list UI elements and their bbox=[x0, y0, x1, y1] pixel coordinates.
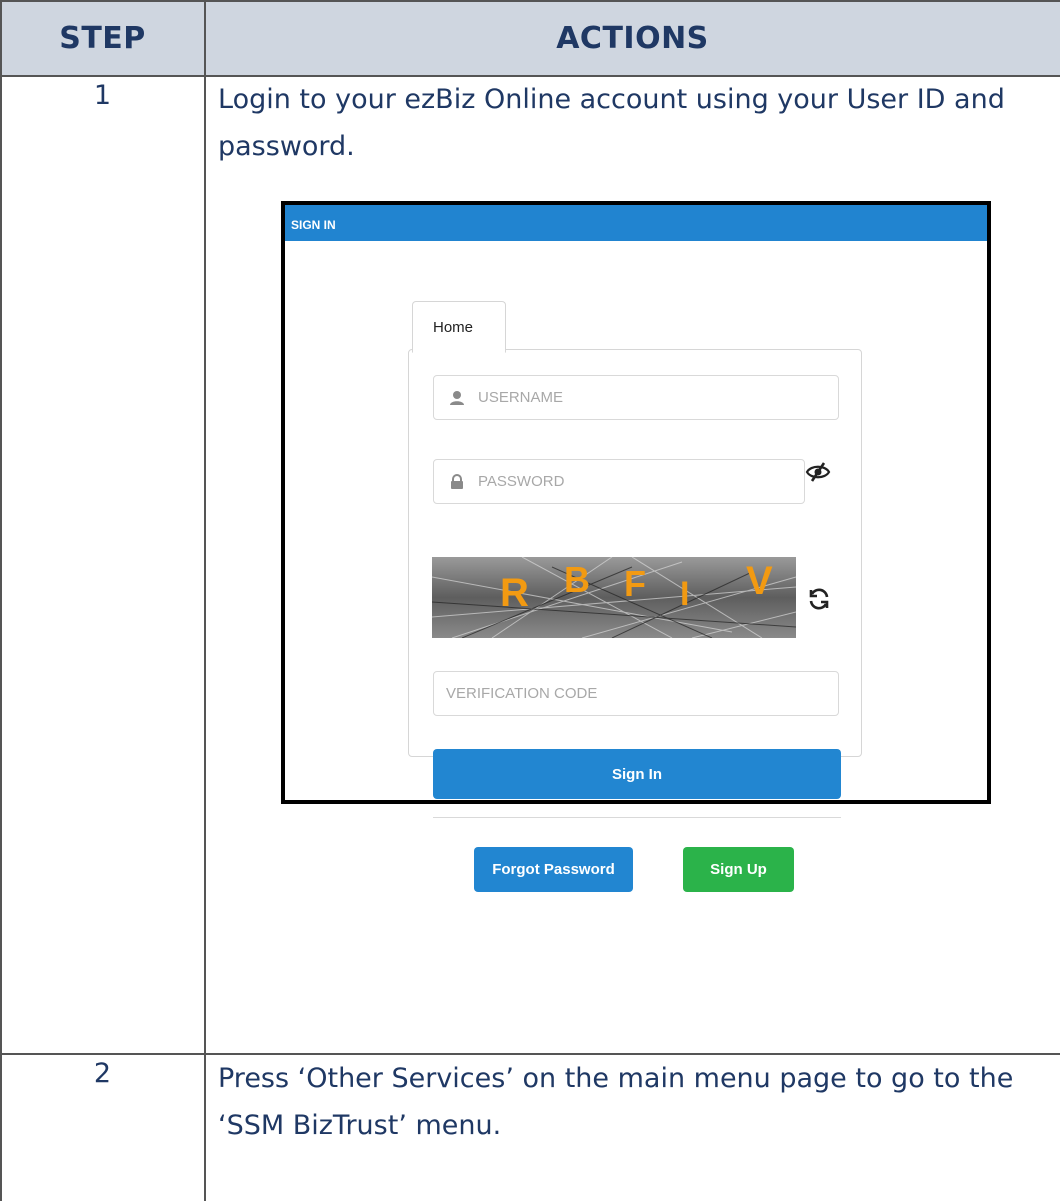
table-column-divider bbox=[204, 0, 206, 1201]
tab-home[interactable]: Home bbox=[412, 301, 506, 353]
step-number-2: 2 bbox=[93, 1058, 112, 1089]
form-divider bbox=[433, 817, 841, 818]
signin-header-bar: SIGN IN bbox=[285, 205, 987, 241]
refresh-icon[interactable] bbox=[807, 587, 831, 611]
forgot-password-button[interactable]: Forgot Password bbox=[474, 847, 633, 892]
table-border-left bbox=[0, 0, 2, 1201]
captcha-letter-2: B bbox=[564, 559, 590, 600]
sign-in-button[interactable]: Sign In bbox=[433, 749, 841, 799]
captcha-letter-4: I bbox=[680, 575, 690, 613]
password-field[interactable]: PASSWORD bbox=[433, 459, 805, 504]
username-placeholder: USERNAME bbox=[478, 389, 564, 406]
sign-up-button[interactable]: Sign Up bbox=[683, 847, 794, 892]
captcha-letter-3: F bbox=[624, 563, 646, 604]
step-number-1: 1 bbox=[93, 80, 112, 111]
username-field[interactable]: USERNAME bbox=[433, 375, 839, 420]
captcha-image: R B F I V bbox=[432, 557, 796, 638]
lock-icon bbox=[448, 473, 466, 491]
login-screenshot: SIGN IN Home USERNAME PASSWORD R B F I V… bbox=[281, 201, 991, 892]
step-text-2: Press ‘Other Services’ on the main menu … bbox=[218, 1063, 1014, 1141]
table-border-top bbox=[0, 0, 1060, 2]
password-placeholder: PASSWORD bbox=[478, 473, 565, 490]
verification-placeholder: VERIFICATION CODE bbox=[446, 685, 598, 702]
step-text-1: Login to your ezBiz Online account using… bbox=[218, 84, 1005, 162]
verification-code-field[interactable]: VERIFICATION CODE bbox=[433, 671, 839, 716]
header-step: STEP bbox=[59, 20, 146, 56]
table-header-row: STEP ACTIONS bbox=[0, 0, 1060, 76]
captcha-letter-5: V bbox=[746, 559, 773, 603]
eye-slash-icon[interactable] bbox=[805, 461, 831, 483]
captcha-letter-1: R bbox=[500, 571, 529, 615]
header-actions: ACTIONS bbox=[556, 20, 709, 56]
user-icon bbox=[448, 389, 466, 407]
